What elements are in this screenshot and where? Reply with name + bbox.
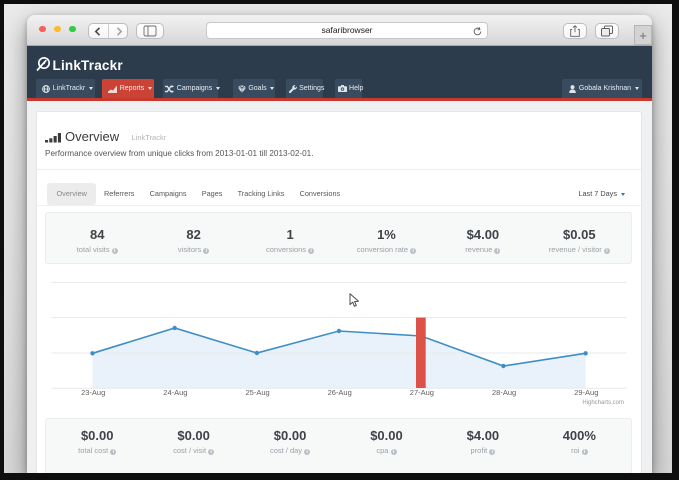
svg-text:25-Aug: 25-Aug — [246, 388, 270, 397]
svg-text:23-Aug: 23-Aug — [81, 388, 105, 397]
svg-text:27-Aug: 27-Aug — [410, 388, 434, 397]
svg-text:Highcharts.com: Highcharts.com — [582, 400, 624, 406]
svg-text:26-Aug: 26-Aug — [328, 388, 352, 397]
svg-text:28-Aug: 28-Aug — [492, 388, 516, 397]
svg-text:29-Aug: 29-Aug — [574, 388, 598, 397]
svg-text:24-Aug: 24-Aug — [163, 388, 187, 397]
